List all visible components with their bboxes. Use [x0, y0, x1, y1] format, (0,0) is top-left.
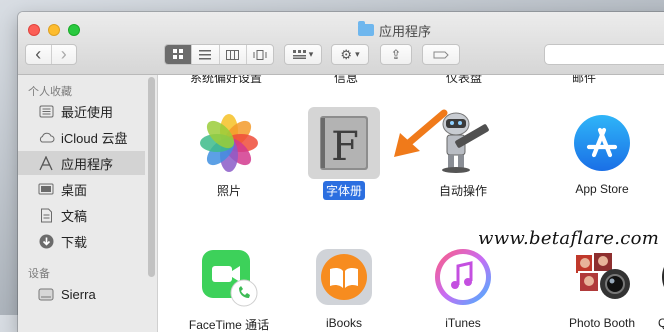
sidebar-item-icloud[interactable]: iCloud 云盘 — [18, 125, 145, 149]
downloads-icon — [37, 232, 55, 250]
arrow-annotation-icon — [394, 109, 448, 157]
back-forward-control: ‹ › — [25, 44, 77, 65]
sidebar-scrollbar[interactable] — [148, 77, 155, 277]
app-app-store[interactable]: App Store — [547, 107, 657, 198]
sidebar-item-label: 应用程序 — [61, 156, 114, 172]
zoom-button[interactable] — [68, 24, 80, 36]
cutoff-item-label: 信息 — [334, 75, 359, 83]
sidebar-item-applications[interactable]: 应用程序 — [18, 151, 145, 175]
sidebar-item-downloads[interactable]: 下载 — [18, 229, 145, 253]
folder-icon — [358, 21, 374, 36]
close-button[interactable] — [28, 24, 40, 36]
app-label: 自动操作 — [438, 184, 487, 198]
file-browser: 系统偏好设置 信息 仪表盘 邮件 照片 F 字体册 自动操作 App Store… — [158, 75, 664, 332]
itunes-icon — [427, 241, 499, 313]
app-ibooks[interactable]: iBooks — [289, 241, 399, 332]
sidebar-favorites-header: 个人收藏 — [28, 86, 72, 98]
app-label: iTunes — [445, 316, 481, 330]
svg-text:F: F — [331, 124, 359, 170]
app-label: Q — [658, 316, 664, 330]
finder-window: 应用程序 ‹ › ▾ ⚙ ▾ ⇪ 个人收藏 最近使用 iCloud 云盘 应用程… — [18, 12, 664, 332]
chevron-down-icon: ▾ — [355, 49, 360, 59]
app-font-book[interactable]: F 字体册 — [289, 107, 399, 200]
sidebar-devices-header: 设备 — [28, 268, 50, 280]
applications-icon — [37, 154, 55, 172]
ibooks-icon — [308, 241, 380, 313]
sidebar-item-label: 最近使用 — [61, 104, 114, 120]
cover-flow-button[interactable] — [247, 45, 273, 64]
app-quicktime[interactable]: Q — [658, 241, 664, 332]
cutoff-item-label: 邮件 — [572, 75, 597, 83]
columns-icon — [226, 49, 240, 60]
chevron-down-icon: ▾ — [308, 49, 314, 59]
action-button[interactable]: ⚙ ▾ — [331, 44, 369, 65]
app-label: iBooks — [325, 316, 363, 330]
documents-icon — [37, 206, 55, 224]
arrange-button[interactable]: ▾ — [284, 44, 322, 65]
watermark: www.betaflare.com — [478, 228, 660, 249]
app-itunes[interactable]: iTunes — [408, 241, 518, 332]
app-photos[interactable]: 照片 — [174, 107, 284, 200]
app-store-icon — [566, 107, 638, 179]
sidebar-item-label: 桌面 — [61, 182, 88, 198]
window-title: 应用程序 — [358, 21, 431, 39]
sidebar-item-label: 文稿 — [61, 208, 88, 224]
app-facetime[interactable]: FaceTime 通话 — [174, 241, 284, 332]
font-book-icon: F — [308, 107, 380, 179]
quicktime-icon — [658, 241, 664, 313]
window-title-text: 应用程序 — [379, 23, 432, 39]
app-label: 字体册 — [322, 181, 365, 200]
cover-flow-icon — [253, 49, 267, 60]
back-button[interactable]: ‹ — [26, 45, 52, 64]
share-icon: ⇪ — [390, 46, 402, 62]
facetime-icon — [193, 241, 265, 313]
cutoff-item-label: 仪表盘 — [446, 75, 483, 83]
sidebar-item-documents[interactable]: 文稿 — [18, 203, 145, 227]
sidebar-item-label: iCloud 云盘 — [61, 130, 128, 146]
view-mode-control — [164, 44, 274, 65]
app-label: App Store — [575, 182, 629, 196]
recents-icon — [37, 102, 55, 120]
sidebar: 个人收藏 最近使用 iCloud 云盘 应用程序 桌面 文稿 下载 设备 Sie… — [18, 75, 158, 332]
gear-icon: ⚙ — [340, 46, 353, 62]
forward-button[interactable]: › — [52, 45, 77, 64]
grid-icon — [172, 49, 183, 59]
desktop-icon — [37, 180, 55, 198]
app-label: Photo Booth — [568, 316, 636, 330]
sidebar-item-sierra[interactable]: Sierra — [18, 282, 145, 306]
share-button[interactable]: ⇪ — [380, 44, 412, 65]
tag-icon — [433, 51, 449, 58]
cloud-icon — [37, 128, 55, 146]
cutoff-item-label: 系统偏好设置 — [190, 75, 263, 83]
disk-icon — [37, 285, 55, 303]
minimize-button[interactable] — [48, 24, 60, 36]
arrange-grid-icon — [292, 50, 306, 59]
icon-view-button[interactable] — [165, 45, 193, 64]
search-field[interactable] — [544, 44, 664, 65]
tags-button[interactable] — [422, 44, 460, 65]
list-view-button[interactable] — [192, 45, 220, 64]
title-bar: 应用程序 ‹ › ▾ ⚙ ▾ ⇪ — [18, 12, 664, 75]
app-label: 照片 — [216, 184, 241, 198]
photos-icon — [193, 107, 265, 179]
photo-booth-icon — [566, 241, 638, 313]
app-photo-booth[interactable]: Photo Booth — [547, 241, 657, 332]
list-icon — [199, 49, 212, 59]
sidebar-item-desktop[interactable]: 桌面 — [18, 177, 145, 201]
sidebar-item-label: 下载 — [61, 234, 88, 250]
sidebar-item-label: Sierra — [61, 286, 96, 302]
column-view-button[interactable] — [220, 45, 247, 64]
sidebar-item-recents[interactable]: 最近使用 — [18, 99, 145, 123]
app-label: FaceTime 通话 — [188, 318, 270, 332]
